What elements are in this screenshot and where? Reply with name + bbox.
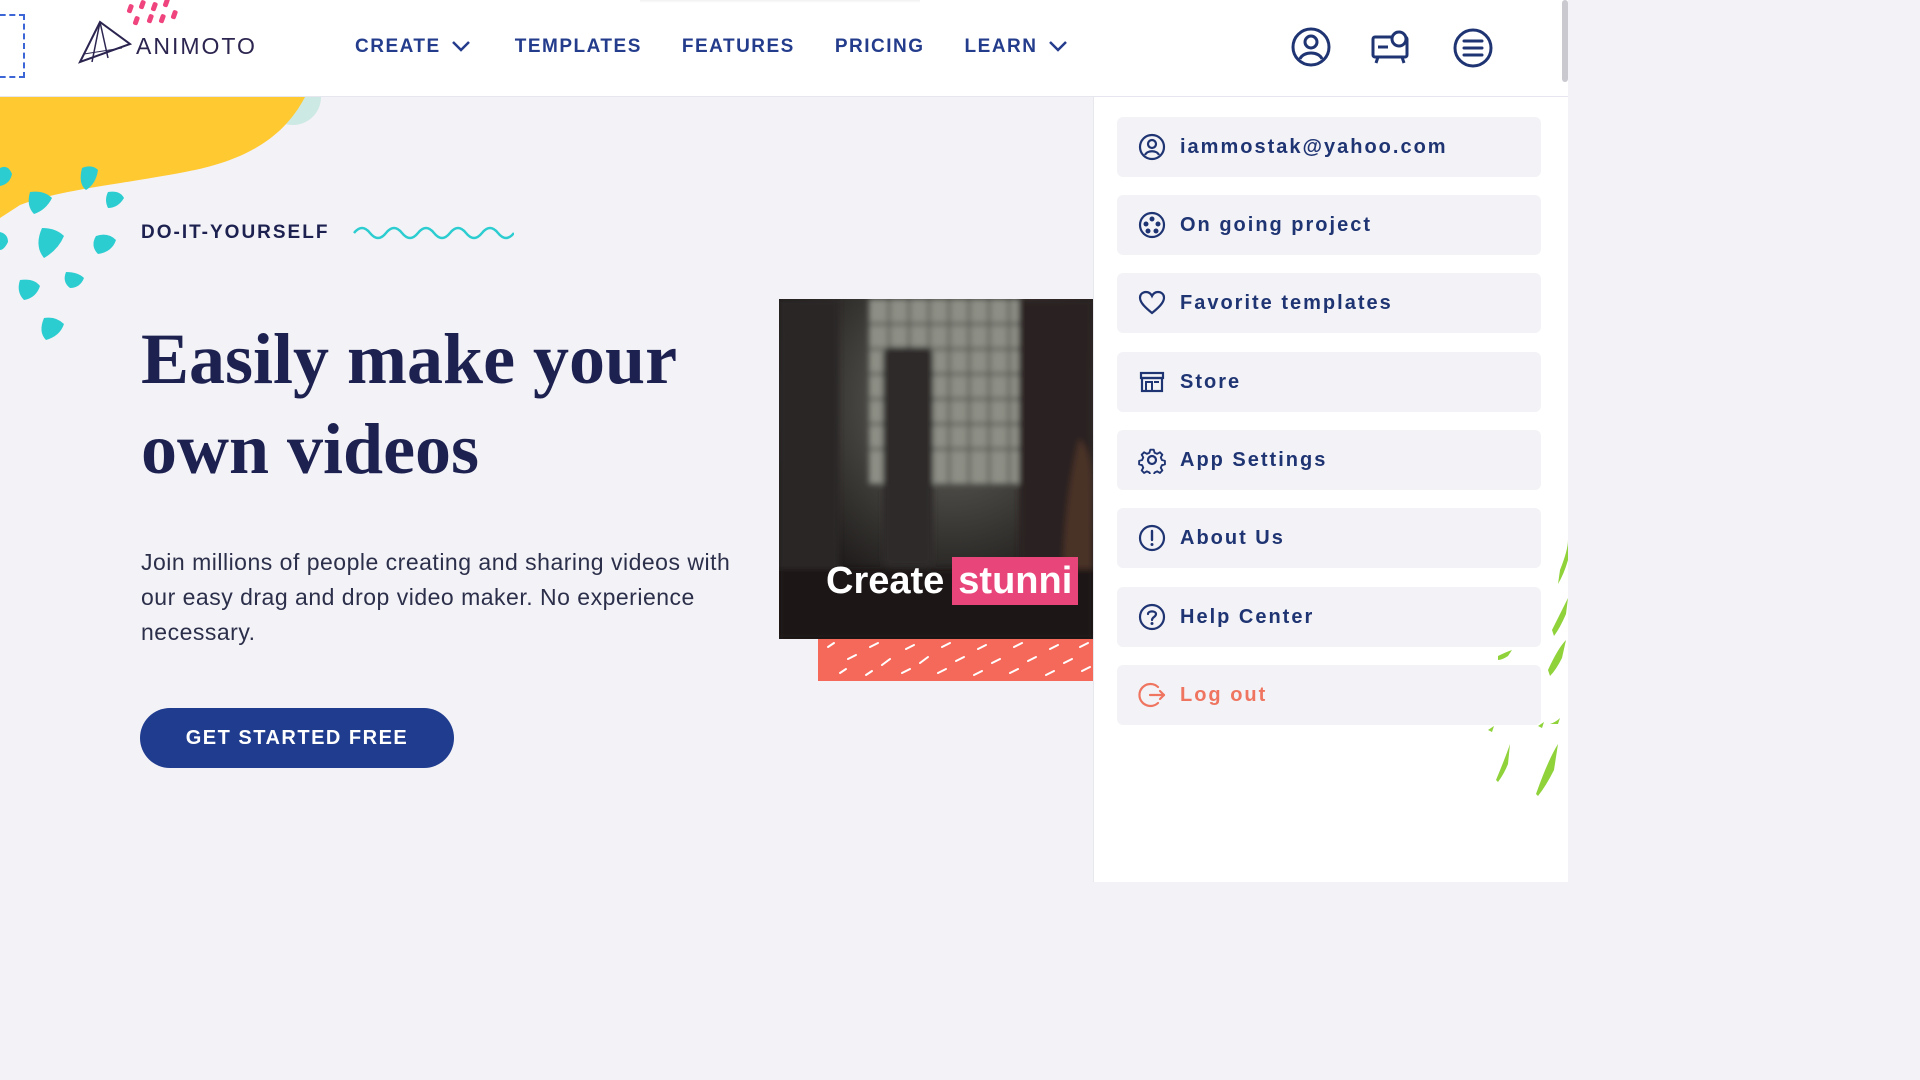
menu-button[interactable] bbox=[1452, 27, 1494, 74]
hero-eyebrow: DO-IT-YOURSELF bbox=[141, 222, 330, 243]
video-caption-text: Create bbox=[826, 559, 945, 602]
pink-dots-decoration bbox=[120, 0, 190, 35]
menu-item-favorite-templates[interactable]: Favorite templates bbox=[1117, 273, 1541, 333]
main-nav: CREATE TEMPLATES FEATURES PRICING LEARN bbox=[355, 36, 1068, 58]
store-icon bbox=[1138, 368, 1166, 396]
logout-icon bbox=[1138, 681, 1166, 709]
nav-create-label: CREATE bbox=[355, 36, 441, 57]
green-brush-decoration bbox=[1468, 530, 1568, 805]
user-circle-icon bbox=[1291, 27, 1331, 71]
hero-subtext: Join millions of people creating and sha… bbox=[141, 549, 731, 645]
menu-item-label: On going project bbox=[1180, 213, 1372, 236]
gear-icon bbox=[1138, 446, 1166, 474]
header-shadow bbox=[640, 0, 920, 3]
projects-button[interactable] bbox=[1370, 27, 1412, 72]
menu-item-account[interactable]: iammostak@yahoo.com bbox=[1117, 117, 1541, 177]
menu-item-label: App Settings bbox=[1180, 448, 1328, 471]
get-started-button[interactable]: GET STARTED FREE bbox=[140, 708, 454, 768]
film-reel-icon bbox=[1138, 211, 1166, 239]
menu-item-label: About Us bbox=[1180, 526, 1285, 549]
nav-templates-label: TEMPLATES bbox=[514, 36, 642, 57]
nav-pricing-label: PRICING bbox=[834, 36, 925, 57]
chevron-down-icon bbox=[451, 36, 471, 58]
nav-learn-label: LEARN bbox=[964, 36, 1038, 57]
projector-icon bbox=[1370, 30, 1412, 71]
nav-pricing[interactable]: PRICING bbox=[835, 36, 925, 58]
hero-headline-line1: Easily make your bbox=[141, 319, 678, 399]
logo-text: ANIMOTO bbox=[136, 32, 257, 59]
menu-item-store[interactable]: Store bbox=[1117, 352, 1541, 412]
menu-item-label: Help Center bbox=[1180, 605, 1315, 628]
site-header: ANIMOTO CREATE TEMPLATES FEATURES PRICIN… bbox=[0, 0, 1568, 97]
nav-features[interactable]: FEATURES bbox=[682, 36, 795, 58]
question-circle-icon bbox=[1138, 603, 1166, 631]
nav-learn[interactable]: LEARN bbox=[965, 36, 1068, 58]
hero-video[interactable]: Create stunni bbox=[779, 299, 1093, 639]
coral-strip-decoration bbox=[818, 639, 1093, 681]
menu-item-app-settings[interactable]: App Settings bbox=[1117, 430, 1541, 490]
menu-item-label: Store bbox=[1180, 370, 1242, 393]
video-caption-highlight: stunni bbox=[952, 557, 1079, 605]
info-circle-icon bbox=[1138, 524, 1166, 552]
hero-headline: Easily make your own videos bbox=[141, 314, 781, 494]
nav-templates[interactable]: TEMPLATES bbox=[515, 36, 642, 58]
nav-create[interactable]: CREATE bbox=[355, 36, 471, 58]
nav-features-label: FEATURES bbox=[681, 36, 795, 57]
menu-circle-icon bbox=[1452, 28, 1494, 73]
menu-item-label: Log out bbox=[1180, 683, 1268, 706]
chevron-down-icon bbox=[1048, 36, 1068, 58]
video-caption: Create stunni bbox=[826, 557, 1079, 605]
menu-item-label: Favorite templates bbox=[1180, 291, 1393, 314]
user-circle-icon bbox=[1138, 133, 1166, 161]
menu-item-label: iammostak@yahoo.com bbox=[1180, 135, 1448, 158]
menu-item-ongoing-project[interactable]: On going project bbox=[1117, 195, 1541, 255]
focus-outline bbox=[0, 14, 25, 78]
page-scrollbar[interactable] bbox=[1562, 0, 1568, 82]
account-button[interactable] bbox=[1291, 27, 1331, 72]
wave-decoration-icon bbox=[352, 224, 515, 247]
heart-icon bbox=[1138, 289, 1166, 317]
hero-headline-line2: own videos bbox=[141, 409, 480, 489]
